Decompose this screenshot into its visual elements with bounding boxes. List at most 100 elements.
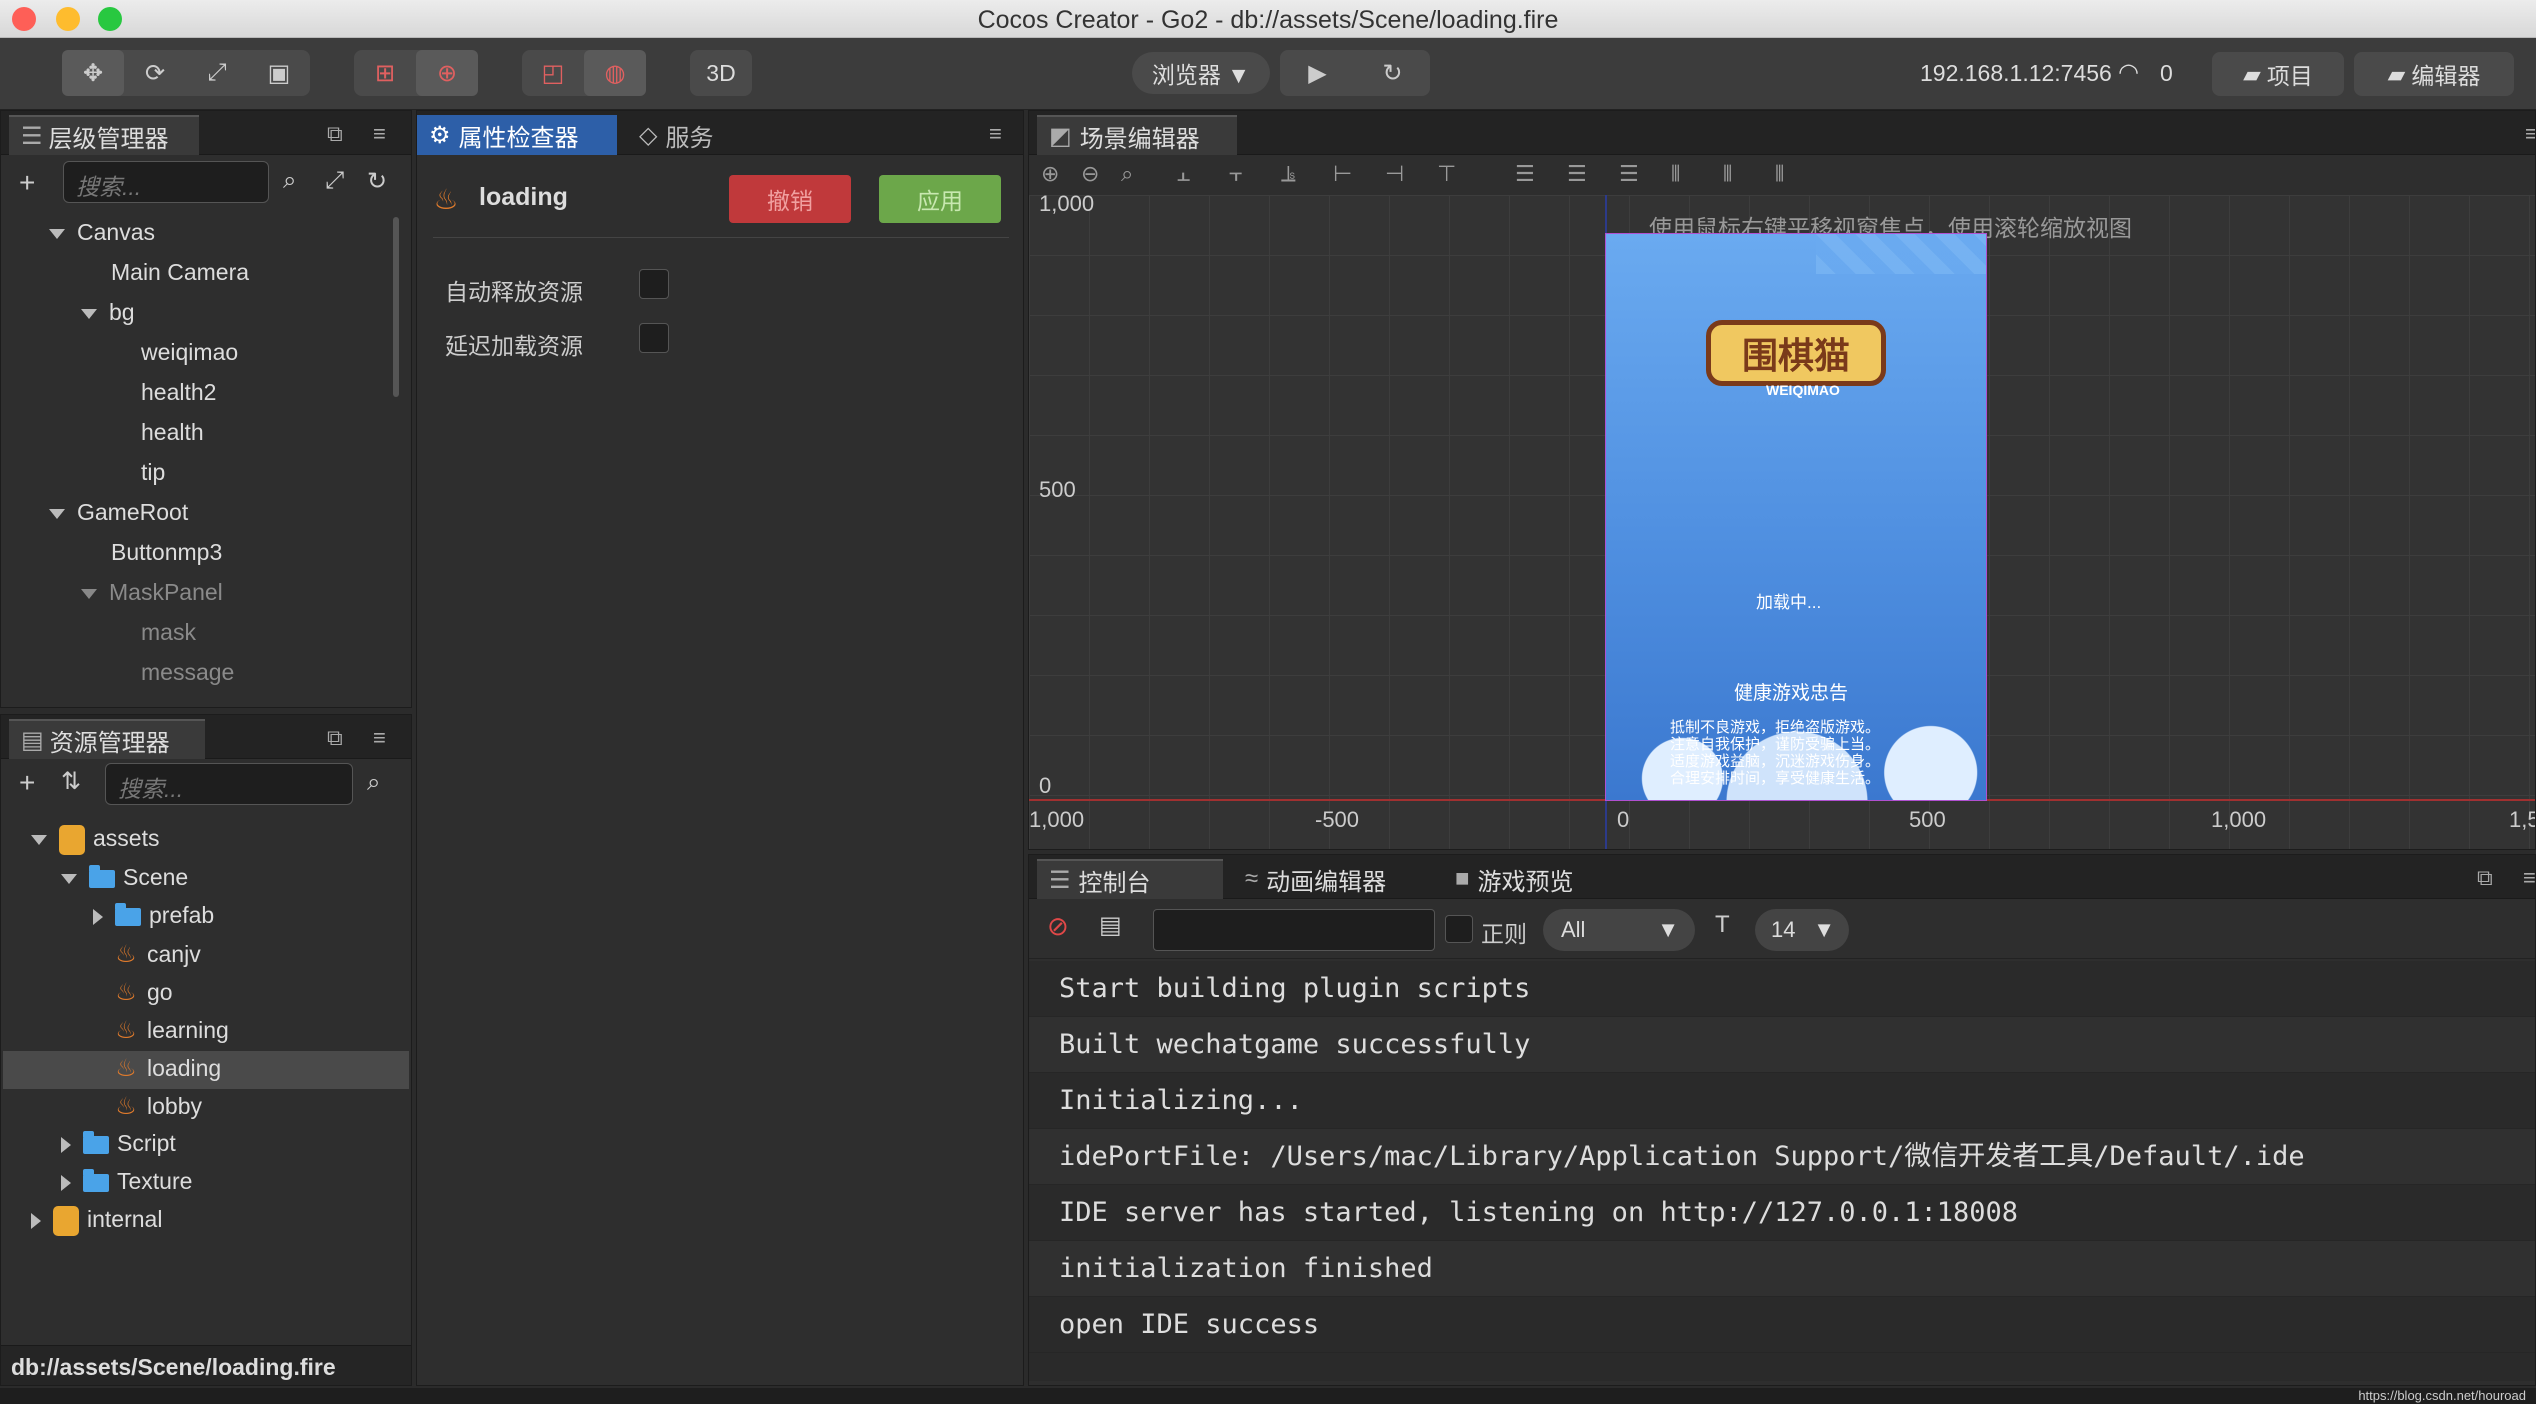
tree-node[interactable]: mask	[141, 619, 196, 646]
auto-release-checkbox[interactable]	[639, 269, 669, 299]
search-icon[interactable]: ⌕	[283, 167, 296, 195]
center-icon[interactable]: ⊕	[416, 50, 478, 96]
asset-item[interactable]: Script	[61, 1130, 176, 1157]
tree-node[interactable]: MaskPanel	[81, 579, 223, 606]
tab-game-preview[interactable]: ■ 游戏预览	[1443, 859, 1623, 899]
distribute-right-icon[interactable]: ⫴	[1775, 161, 1784, 187]
menu-icon[interactable]: ≡	[2523, 865, 2535, 891]
zoom-reset-icon[interactable]: ⌕	[1121, 161, 1133, 187]
asset-item[interactable]: ♨ learning	[113, 1016, 229, 1045]
hierarchy-scrollbar[interactable]	[393, 217, 399, 397]
log-file-icon[interactable]: ▤	[1099, 911, 1122, 940]
menu-icon[interactable]: ≡	[2525, 121, 2535, 147]
distribute-hcenter-icon[interactable]: ⫴	[1723, 161, 1732, 187]
tab-animation-editor[interactable]: ≈ 动画编辑器	[1233, 859, 1433, 899]
asset-item-selected[interactable]: ♨ loading	[113, 1054, 221, 1083]
hierarchy-search-input[interactable]: 搜索...	[63, 161, 269, 203]
tree-node[interactable]: tip	[141, 459, 165, 486]
tree-node[interactable]: GameRoot	[49, 499, 188, 526]
chevron-down-icon[interactable]	[61, 873, 77, 884]
asset-item[interactable]: Texture	[61, 1168, 192, 1195]
zoom-in-icon[interactable]: ⊕	[1041, 161, 1059, 187]
chevron-down-icon[interactable]	[81, 588, 97, 599]
chevron-down-icon[interactable]	[81, 308, 97, 319]
scale-tool-icon[interactable]: ⤢	[186, 50, 248, 96]
tab-hierarchy[interactable]: ☰ 层级管理器	[9, 115, 199, 155]
search-icon[interactable]: ⌕	[367, 769, 380, 797]
chevron-down-icon[interactable]	[31, 835, 47, 845]
regex-checkbox[interactable]	[1445, 915, 1473, 943]
rotate-tool-icon[interactable]: ⟳	[124, 50, 186, 96]
align-hcenter-icon[interactable]: ⊣	[1385, 161, 1404, 187]
align-left-icon[interactable]: ⊢	[1333, 161, 1352, 187]
tree-node[interactable]: Main Camera	[111, 259, 249, 286]
popout-icon[interactable]: ⧉	[327, 725, 343, 751]
game-canvas[interactable]: 围棋猫 WEIQIMAO 加载中... 健康游戏忠告 抵制不良游戏，拒绝盗版游戏…	[1605, 233, 1987, 801]
global-coord-icon[interactable]: ◍	[584, 50, 646, 96]
move-tool-icon[interactable]: ✥	[62, 50, 124, 96]
chevron-right-icon[interactable]	[61, 1136, 71, 1153]
tree-node[interactable]: health2	[141, 379, 216, 406]
tree-node[interactable]: weiqimao	[141, 339, 238, 366]
zoom-out-icon[interactable]: ⊖	[1081, 161, 1099, 187]
add-asset-icon[interactable]: +	[19, 767, 35, 799]
refresh-icon[interactable]: ↻	[1355, 50, 1430, 96]
revert-button[interactable]: 撤销	[729, 175, 851, 223]
asset-item[interactable]: ♨ lobby	[113, 1092, 202, 1121]
asset-item[interactable]: assets	[31, 825, 159, 855]
align-bottom-icon[interactable]: ⫡	[1281, 161, 1296, 187]
tab-inspector[interactable]: ⚙ 属性检查器	[417, 115, 617, 155]
assets-search-input[interactable]: 搜索...	[105, 763, 353, 805]
chevron-right-icon[interactable]	[61, 1174, 71, 1191]
pivot-icon[interactable]: ⊞	[354, 50, 416, 96]
browser-select[interactable]: 浏览器 ▼	[1132, 52, 1270, 94]
tab-services[interactable]: ◇ 服务	[627, 115, 757, 155]
popout-icon[interactable]: ⧉	[327, 121, 343, 147]
align-top-icon[interactable]: ⫠	[1177, 161, 1190, 187]
tree-node[interactable]: Canvas	[49, 219, 155, 246]
rect-tool-icon[interactable]: ▣	[248, 50, 310, 96]
asset-item[interactable]: prefab	[93, 902, 214, 929]
tree-node[interactable]: bg	[81, 299, 135, 326]
apply-button[interactable]: 应用	[879, 175, 1001, 223]
expand-icon[interactable]: ⤢	[325, 167, 344, 195]
tree-node[interactable]: health	[141, 419, 204, 446]
distribute-left-icon[interactable]: ⫴	[1671, 161, 1680, 187]
refresh-icon[interactable]: ↻	[367, 167, 387, 196]
align-right-icon[interactable]: ⊤	[1437, 161, 1456, 187]
menu-icon[interactable]: ≡	[373, 725, 386, 751]
add-node-icon[interactable]: +	[19, 167, 35, 199]
tree-node[interactable]: message	[141, 659, 234, 686]
project-button[interactable]: ▰ 项目	[2212, 52, 2344, 96]
sort-icon[interactable]: ⇅	[61, 767, 81, 796]
toggle-3d-button[interactable]: 3D	[690, 50, 752, 96]
chevron-right-icon[interactable]	[31, 1213, 41, 1229]
align-vcenter-icon[interactable]: ⫟	[1229, 161, 1242, 187]
chevron-right-icon[interactable]	[93, 908, 103, 925]
tree-node[interactable]: Buttonmp3	[111, 539, 222, 566]
console-filter-input[interactable]	[1153, 909, 1435, 951]
tab-scene-editor[interactable]: ◩ 场景编辑器	[1037, 115, 1237, 155]
distribute-bottom-icon[interactable]: ☰	[1619, 161, 1639, 187]
distribute-vcenter-icon[interactable]: ☰	[1567, 161, 1587, 187]
async-load-checkbox[interactable]	[639, 323, 669, 353]
asset-item[interactable]: ♨ go	[113, 978, 172, 1007]
chevron-down-icon[interactable]	[49, 228, 65, 239]
menu-icon[interactable]: ≡	[989, 121, 1002, 147]
chevron-down-icon[interactable]	[49, 508, 65, 519]
asset-item[interactable]: internal	[31, 1206, 162, 1236]
tab-assets[interactable]: ▤ 资源管理器	[9, 719, 205, 759]
clear-icon[interactable]: ⊘	[1047, 911, 1069, 942]
menu-icon[interactable]: ≡	[373, 121, 386, 147]
distribute-top-icon[interactable]: ☰	[1515, 161, 1535, 187]
asset-item[interactable]: Scene	[61, 864, 188, 891]
asset-item[interactable]: ♨ canjv	[113, 940, 200, 969]
popout-icon[interactable]: ⧉	[2477, 865, 2493, 891]
play-icon[interactable]: ▶	[1280, 50, 1355, 96]
font-size-select[interactable]: 14 ▼	[1755, 909, 1849, 951]
tab-console[interactable]: ☰ 控制台	[1037, 859, 1223, 899]
scene-viewport[interactable]: 使用鼠标右键平移视窗焦点，使用滚轮缩放视图 1,000 500 0 1,000 …	[1029, 191, 2535, 849]
editor-button[interactable]: ▰ 编辑器	[2354, 52, 2514, 96]
local-coord-icon[interactable]: ◰	[522, 50, 584, 96]
log-level-select[interactable]: All ▼	[1543, 909, 1695, 951]
